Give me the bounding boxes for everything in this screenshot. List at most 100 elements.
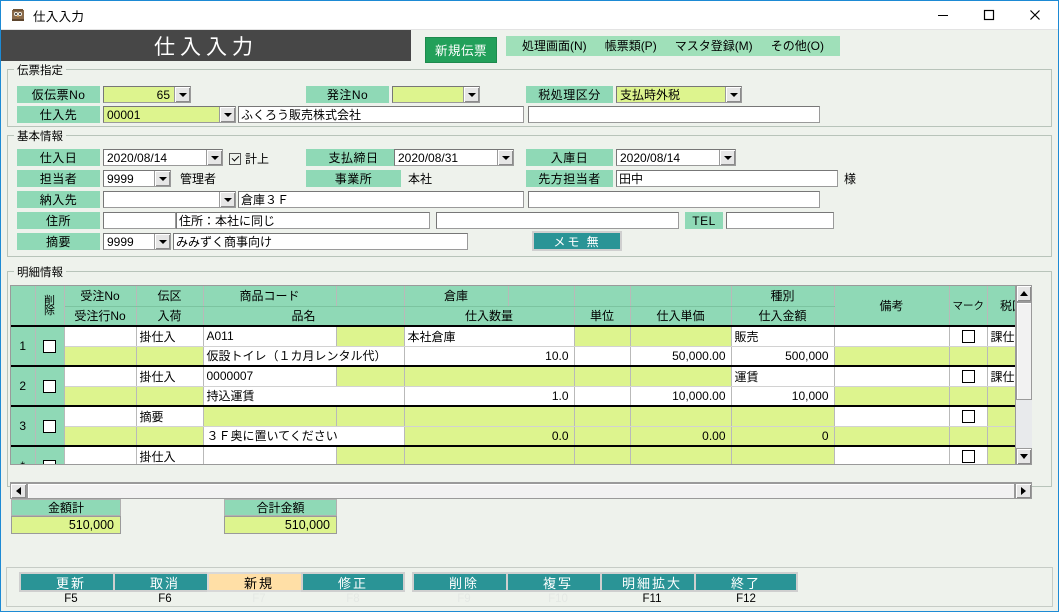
order-no-combo[interactable]: [392, 86, 480, 103]
delete-button[interactable]: 削除 F9: [412, 572, 516, 605]
header-slip-class[interactable]: 伝区: [136, 286, 204, 307]
cell-order-line-no[interactable]: [64, 346, 137, 367]
detail-grid-horizontal-scrollbar[interactable]: [10, 482, 1032, 499]
table-row[interactable]: 2 掛仕入 0000007 運賃 課仕: [11, 365, 1031, 407]
tel-field[interactable]: [726, 212, 834, 229]
header-warehouse[interactable]: 倉庫: [404, 286, 509, 307]
cell-remarks[interactable]: [834, 325, 950, 347]
tax-class-combo[interactable]: 支払時外税: [616, 86, 742, 103]
detail-grid-vertical-scrollbar[interactable]: [1015, 285, 1032, 465]
cell-arrival[interactable]: [136, 426, 204, 447]
cell-mark[interactable]: [949, 405, 988, 427]
exit-button[interactable]: 終了 F12: [694, 572, 798, 605]
table-row-sub[interactable]: ３Ｆ奥に置いてください 0.0 0.00 0: [11, 426, 1031, 447]
table-row[interactable]: * 掛仕入: [11, 445, 1031, 464]
cell-amount[interactable]: 0: [731, 426, 835, 447]
chevron-down-icon[interactable]: [719, 150, 735, 165]
supplier-name-field[interactable]: ふくろう販売株式会社: [238, 106, 524, 123]
header-amount[interactable]: 仕入金額: [731, 306, 835, 327]
chevron-down-icon[interactable]: [725, 87, 741, 102]
cell-remarks-sub[interactable]: [834, 426, 950, 447]
supplier-code-combo[interactable]: 00001: [103, 106, 236, 123]
cell-product-code[interactable]: 0000007: [203, 365, 337, 387]
cell-unit-price[interactable]: 50,000.00: [630, 346, 732, 367]
header-remarks[interactable]: 備考: [834, 286, 950, 327]
scroll-up-button[interactable]: [1016, 285, 1032, 302]
expand-detail-button[interactable]: 明細拡大 F11: [600, 572, 704, 605]
chevron-down-icon[interactable]: [174, 87, 190, 102]
cell-remarks-sub[interactable]: [834, 386, 950, 407]
staff-code-combo[interactable]: 9999: [103, 170, 171, 187]
table-row[interactable]: 3 摘要: [11, 405, 1031, 447]
chevron-down-icon[interactable]: [154, 234, 170, 249]
chevron-down-icon[interactable]: [154, 171, 170, 186]
header-delete[interactable]: 削除: [35, 286, 65, 327]
header-product-code[interactable]: 商品コード: [203, 286, 337, 307]
chevron-down-icon[interactable]: [463, 87, 479, 102]
cell-unit[interactable]: [574, 365, 631, 387]
header-kind[interactable]: 種別: [731, 286, 835, 307]
chevron-down-icon[interactable]: [219, 107, 235, 122]
header-order-no[interactable]: 受注No: [64, 286, 137, 307]
cell-warehouse[interactable]: [404, 365, 575, 387]
row-delete-checkbox[interactable]: [35, 445, 65, 464]
cell-kind[interactable]: [731, 405, 835, 427]
new-button[interactable]: 新規 F7: [207, 572, 311, 605]
cell-order-no[interactable]: [64, 445, 137, 464]
cell-order-no[interactable]: [64, 325, 137, 347]
header-product-name[interactable]: 品名: [203, 306, 405, 327]
supplier-extra-field[interactable]: [528, 106, 820, 123]
cell-amount[interactable]: 10,000: [731, 386, 835, 407]
maximize-button[interactable]: [966, 1, 1012, 29]
detail-grid[interactable]: 削除 受注No 伝区 商品コード 倉庫 種別 備考 マーク 税区分 受注行No …: [10, 285, 1032, 465]
payment-closing-date-picker[interactable]: 2020/08/31: [394, 149, 514, 166]
row-delete-checkbox[interactable]: [35, 325, 65, 367]
cell-warehouse[interactable]: [404, 405, 575, 427]
address-value-field[interactable]: 住所：本社に同じ: [176, 212, 430, 229]
cell-arrival[interactable]: [136, 386, 204, 407]
cell-arrival[interactable]: [136, 346, 204, 367]
modify-button[interactable]: 修正 F8: [301, 572, 405, 605]
header-order-line-no[interactable]: 受注行No: [64, 306, 137, 327]
row-delete-checkbox[interactable]: [35, 365, 65, 407]
address-extra-field[interactable]: [436, 212, 679, 229]
purchase-date-picker[interactable]: 2020/08/14: [103, 149, 223, 166]
menu-item-reports[interactable]: 帳票類(P): [596, 37, 666, 54]
cell-slip-class[interactable]: 掛仕入: [136, 445, 204, 464]
cell-quantity[interactable]: 1.0: [404, 386, 575, 407]
header-arrival[interactable]: 入荷: [136, 306, 204, 327]
chevron-down-icon[interactable]: [497, 150, 513, 165]
cell-unit-sub[interactable]: [574, 346, 631, 367]
cell-mark[interactable]: [949, 365, 988, 387]
cell-order-line-no[interactable]: [64, 386, 137, 407]
cell-unit[interactable]: [574, 405, 631, 427]
cell-product-code[interactable]: [203, 405, 337, 427]
cell-order-no[interactable]: [64, 365, 137, 387]
cell-order-no[interactable]: [64, 405, 137, 427]
cell-order-line-no[interactable]: [64, 426, 137, 447]
summary-text-field[interactable]: みみずく商事向け: [173, 233, 468, 250]
memo-button[interactable]: メモ 無: [532, 231, 622, 251]
update-button[interactable]: 更新 F5: [19, 572, 123, 605]
counterpart-staff-field[interactable]: 田中: [616, 170, 838, 187]
cell-unit[interactable]: [574, 325, 631, 347]
delivery-to-code-combo[interactable]: [103, 191, 236, 208]
cell-remarks[interactable]: [834, 405, 950, 427]
temp-slip-no-combo[interactable]: 65: [103, 86, 191, 103]
cell-product-name[interactable]: 持込運賃: [203, 386, 405, 407]
cell-slip-class[interactable]: 掛仕入: [136, 365, 204, 387]
scroll-right-button[interactable]: [1015, 483, 1032, 499]
menu-item-master[interactable]: マスタ登録(M): [666, 37, 762, 54]
record-checkbox[interactable]: 計上: [229, 150, 269, 167]
header-quantity[interactable]: 仕入数量: [404, 306, 575, 327]
scroll-left-button[interactable]: [10, 483, 27, 499]
copy-button[interactable]: 複写 F10: [506, 572, 610, 605]
delivery-to-name-field[interactable]: 倉庫３Ｆ: [238, 191, 524, 208]
cell-mark[interactable]: [949, 445, 988, 464]
cell-product-name[interactable]: 仮設トイレ（１カ月レンタル代）: [203, 346, 405, 367]
cell-unit-price[interactable]: 10,000.00: [630, 386, 732, 407]
cell-kind[interactable]: 運賃: [731, 365, 835, 387]
horizontal-scroll-thumb[interactable]: [27, 483, 1015, 499]
header-unit[interactable]: 単位: [574, 306, 631, 327]
cell-remarks[interactable]: [834, 365, 950, 387]
